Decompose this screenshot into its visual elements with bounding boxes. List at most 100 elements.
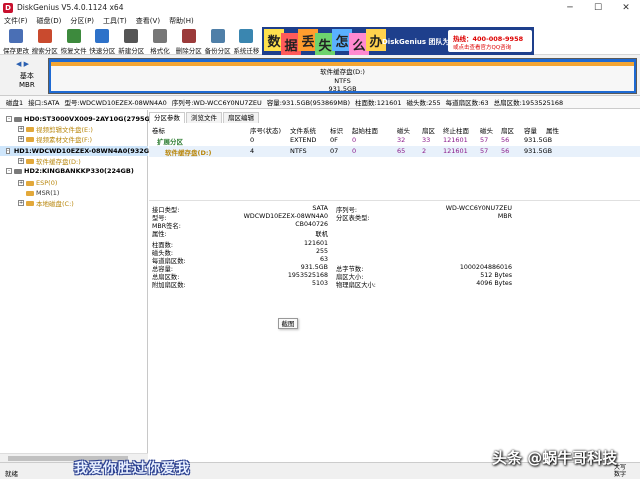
tree-expander-icon[interactable]: - bbox=[6, 116, 12, 122]
tree-label: 本地磁盘(C:) bbox=[36, 200, 74, 208]
new-partition-icon bbox=[124, 29, 139, 43]
tree-expander-icon[interactable]: - bbox=[6, 148, 10, 154]
migrate-button[interactable]: 系统迁移 bbox=[232, 27, 260, 55]
promo-banner[interactable]: 数据丢失怎么办 DiskGenius 团队为您服务 热线：400-008-995… bbox=[262, 27, 534, 55]
table-cell: 57 bbox=[480, 147, 489, 155]
minimize-button[interactable]: ─ bbox=[556, 0, 584, 15]
detail-phys-value: 4096 Bytes bbox=[476, 280, 512, 287]
column-header[interactable]: 终止柱面 bbox=[443, 125, 469, 135]
delete-button[interactable]: 删除分区 bbox=[175, 27, 203, 55]
menu-tools[interactable]: 工具(T) bbox=[103, 16, 127, 26]
banner-qq: 或点击查看官方QQ咨询 bbox=[453, 45, 512, 51]
detail-model-value: WDCWD10EZEX-08WN4A0 bbox=[243, 213, 328, 220]
partition-icon bbox=[26, 126, 34, 132]
tree-disk-item[interactable]: - HD2:KINGBANKKP330(224GB) bbox=[6, 166, 134, 176]
backup-button[interactable]: 备份分区 bbox=[204, 27, 232, 55]
table-cell: 0F bbox=[330, 136, 338, 144]
column-header[interactable]: 标识 bbox=[330, 125, 343, 135]
banner-contact-box[interactable]: 热线：400-008-9958 或点击查看官方QQ咨询 bbox=[448, 30, 532, 52]
table-cell: 0 bbox=[352, 136, 357, 144]
quick-partition-button[interactable]: 快速分区 bbox=[88, 27, 116, 55]
menu-disk[interactable]: 磁盘(D) bbox=[37, 16, 62, 26]
info-iface: 接口:SATA bbox=[28, 99, 60, 107]
detail-bytes-value: 1000204886016 bbox=[459, 264, 512, 271]
tree-expander-icon[interactable]: + bbox=[18, 136, 24, 142]
tree-expander-icon[interactable]: + bbox=[18, 200, 24, 206]
tree-expander-icon[interactable]: + bbox=[18, 180, 24, 186]
tree-partition-item[interactable]: MSR(1) bbox=[18, 188, 59, 198]
new-partition-button[interactable]: 新建分区 bbox=[117, 27, 145, 55]
toolbar-label: 搜索分区 bbox=[31, 47, 58, 55]
column-header[interactable]: 磁头 bbox=[397, 125, 410, 135]
search-button[interactable]: 搜索分区 bbox=[31, 27, 59, 55]
maximize-button[interactable]: ☐ bbox=[584, 0, 612, 15]
partition-icon bbox=[26, 200, 34, 206]
disk-tree: - HD0:ST3000VX009-2AY10G(2795GB) + 视频剪辑文件盘(… bbox=[0, 110, 158, 462]
column-header[interactable]: 磁头 bbox=[480, 125, 493, 135]
column-header[interactable]: 起始柱面 bbox=[352, 125, 378, 135]
menu-file[interactable]: 文件(F) bbox=[4, 16, 28, 26]
banner-phone: 热线：400-008-9958 bbox=[453, 35, 524, 43]
menu-view[interactable]: 查看(V) bbox=[136, 16, 160, 26]
info-serial: 序列号:WD-WCC6Y0NU7ZEU bbox=[171, 99, 262, 107]
tree-label: HD0:ST3000VX009-2AY10G(2795GB) bbox=[24, 115, 158, 123]
detail-cap-value: 931.5GB bbox=[300, 264, 328, 271]
toolbar-label: 恢复文件 bbox=[60, 47, 87, 55]
column-header[interactable]: 容量 bbox=[524, 125, 537, 135]
table-cell: NTFS bbox=[290, 147, 307, 155]
tree-partition-item[interactable]: + 视频剪辑文件盘(E:) bbox=[18, 124, 93, 134]
detail-serial-value: WD-WCC6Y0NU7ZEU bbox=[445, 205, 512, 212]
toolbar-label: 删除分区 bbox=[175, 47, 202, 55]
tree-partition-item[interactable]: + 软件缓存盘(D:) bbox=[18, 156, 81, 166]
table-row[interactable]: 软件缓存盘(D:) 4 NTFS 07 0 65 2 121601 57 56 931.5GB bbox=[149, 146, 640, 157]
format-button[interactable]: 格式化 bbox=[146, 27, 174, 55]
detail-ptype-label: 分区表类型: bbox=[336, 215, 370, 222]
detail-ptype-value: MBR bbox=[497, 213, 512, 220]
tab-partition-params[interactable]: 分区参数 bbox=[149, 112, 185, 123]
column-header[interactable]: 卷标 bbox=[152, 125, 165, 135]
partition-bar[interactable]: 软件缓存盘(D:) NTFS 931.5GB bbox=[48, 58, 637, 94]
tab-browse-files[interactable]: 浏览文件 bbox=[186, 112, 222, 123]
save-button[interactable]: 保存更改 bbox=[2, 27, 30, 55]
detail-heads-label: 磁头数: bbox=[152, 250, 174, 257]
tree-expander-icon[interactable]: + bbox=[18, 126, 24, 132]
partition-bar-name: 软件缓存盘(D:) bbox=[320, 68, 365, 76]
detail-sector-value: 512 Bytes bbox=[480, 272, 512, 279]
tree-label: HD2:KINGBANKKP330(224GB) bbox=[24, 167, 134, 175]
detail-total-label: 总扇区数: bbox=[152, 274, 180, 281]
recover-button[interactable]: 恢复文件 bbox=[60, 27, 88, 55]
column-header[interactable]: 扇区 bbox=[422, 125, 435, 135]
tree-partition-item[interactable]: + 本地磁盘(C:) bbox=[18, 198, 74, 208]
recover-icon bbox=[66, 29, 81, 43]
info-heads: 磁头数:255 bbox=[406, 99, 441, 107]
tree-label: 视频剪辑文件盘(E:) bbox=[36, 126, 93, 134]
tree-disk-item[interactable]: - HD1:WDCWD10EZEX-08WN4A0(932GB) bbox=[0, 146, 157, 156]
table-cell: 121601 bbox=[443, 147, 468, 155]
menu-help[interactable]: 帮助(H) bbox=[169, 16, 194, 26]
column-header[interactable]: 文件系统 bbox=[290, 125, 316, 135]
detail-mbr-label: MBR签名: bbox=[152, 223, 181, 230]
column-header[interactable]: 属性 bbox=[546, 125, 559, 135]
tree-expander-icon[interactable] bbox=[18, 190, 24, 196]
tree-expander-icon[interactable]: - bbox=[6, 168, 12, 174]
info-model: 型号:WDCWD10EZEX-08WN4A0 bbox=[64, 99, 167, 107]
tree-expander-icon[interactable]: + bbox=[18, 158, 24, 164]
delete-icon bbox=[181, 29, 196, 43]
tree-partition-item[interactable]: + ESP(0) bbox=[18, 178, 57, 188]
status-text: 就绪 bbox=[5, 470, 18, 478]
detail-spt-label: 每道扇区数: bbox=[152, 258, 186, 265]
partition-bar-size: 931.5GB bbox=[328, 85, 357, 93]
quick-partition-icon bbox=[95, 29, 110, 43]
column-header[interactable]: 序号(状态) bbox=[250, 125, 281, 135]
tab-sector-edit[interactable]: 扇区编辑 bbox=[223, 112, 259, 123]
menu-partition[interactable]: 分区(P) bbox=[70, 16, 94, 26]
column-header[interactable]: 扇区 bbox=[501, 125, 514, 135]
close-button[interactable]: ✕ bbox=[612, 0, 640, 15]
disk-kind-basic: 基本 bbox=[19, 72, 34, 80]
detail-cyl-label: 柱面数: bbox=[152, 242, 174, 249]
disk-nav-arrows[interactable]: ◀ ▶ bbox=[16, 60, 29, 68]
tree-partition-item[interactable]: + 视频素材文件盘(F:) bbox=[18, 134, 92, 144]
tree-disk-item[interactable]: - HD0:ST3000VX009-2AY10G(2795GB) bbox=[6, 114, 158, 124]
table-row[interactable]: 扩展分区 0 EXTEND 0F 0 32 33 121601 57 56 931.5GB bbox=[149, 135, 640, 146]
watermark: 头条 @蜗牛哥科技 bbox=[492, 449, 618, 467]
